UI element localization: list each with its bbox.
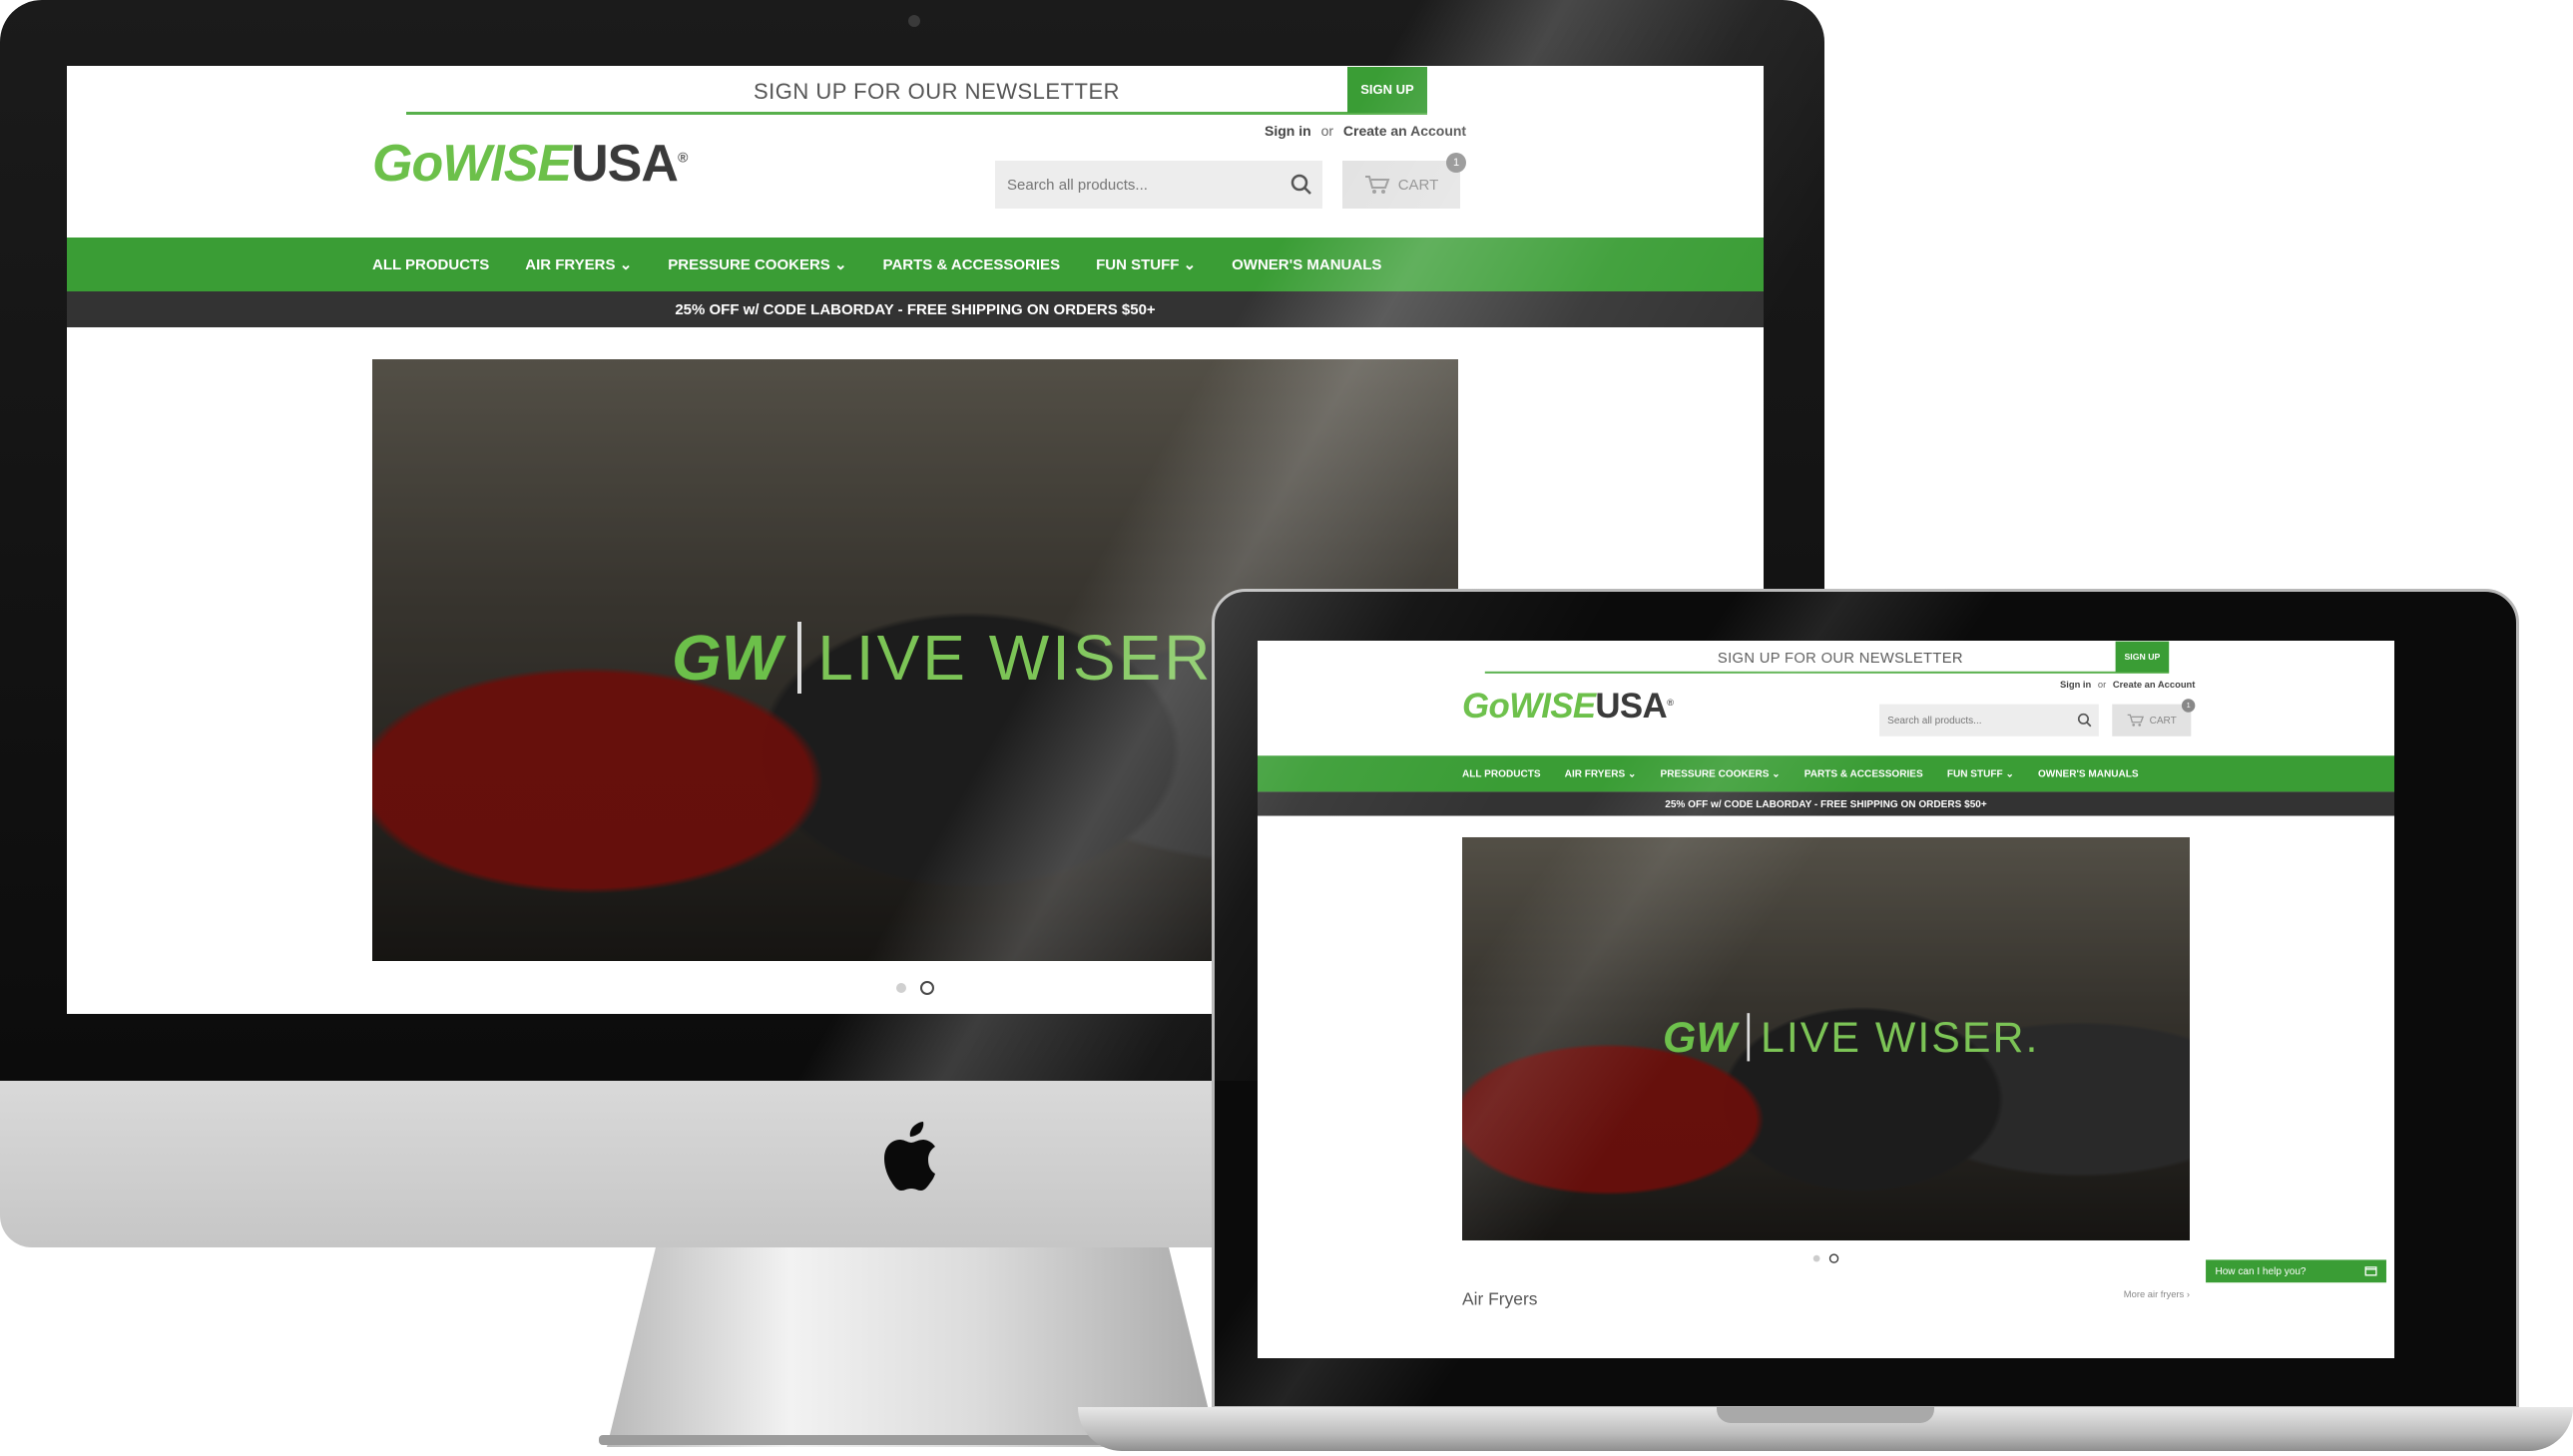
nav-pressure-cookers[interactable]: PRESSURE COOKERS ⌄ [668, 255, 846, 273]
main-nav: ALL PRODUCTS AIR FRYERS ⌄ PRESSURE COOKE… [67, 238, 1764, 291]
site-header: SIGN UP FOR OUR NEWSLETTER SIGN UP Sign … [67, 66, 1764, 238]
more-air-fryers-link[interactable]: More air fryers › [2124, 1288, 2190, 1309]
newsletter-input[interactable]: SIGN UP FOR OUR NEWSLETTER [406, 79, 1347, 105]
hero-divider-laptop [1747, 1013, 1751, 1062]
newsletter-bar-laptop: SIGN UP FOR OUR NEWSLETTER SIGN UP [1484, 641, 2170, 674]
cart-count-badge-laptop: 1 [2181, 699, 2196, 713]
carousel-dot-1-laptop[interactable] [1812, 1254, 1820, 1262]
nav-fun-stuff[interactable]: FUN STUFF ⌄ [1096, 255, 1196, 273]
hero-text-laptop: LIVE WISER. [1760, 1013, 2040, 1062]
signup-button[interactable]: SIGN UP [1347, 66, 1427, 113]
create-account-link-laptop[interactable]: Create an Account [2113, 679, 2196, 690]
search-icon[interactable] [1290, 174, 1312, 196]
cart-button[interactable]: CART 1 [1342, 153, 1466, 209]
newsletter-bar: SIGN UP FOR OUR NEWSLETTER SIGN UP [406, 66, 1427, 115]
or-text: or [1320, 123, 1334, 139]
logo-go-laptop: Go [1462, 687, 1510, 727]
chat-label: How can I help you? [2215, 1265, 2307, 1277]
chat-window-icon [2364, 1266, 2377, 1276]
main-nav-laptop: ALL PRODUCTS AIR FRYERS ⌄ PRESSURE COOKE… [1258, 755, 2394, 792]
nav-pressure-cookers-laptop[interactable]: PRESSURE COOKERS ⌄ [1661, 767, 1781, 779]
carousel-dot-1[interactable] [896, 983, 906, 993]
section-title: Air Fryers [1462, 1288, 1538, 1309]
nav-owners-manuals[interactable]: OWNER'S MANUALS [1232, 256, 1381, 273]
air-fryers-section-header: Air Fryers More air fryers › [1462, 1288, 2190, 1309]
logo-wise: WISE [442, 135, 572, 193]
cart-count-badge: 1 [1446, 153, 1466, 173]
nav-fun-stuff-laptop[interactable]: FUN STUFF ⌄ [1947, 767, 2014, 779]
imac-camera [908, 15, 920, 27]
nav-parts-accessories-laptop[interactable]: PARTS & ACCESSORIES [1804, 768, 1923, 779]
gowise-logo-laptop[interactable]: GoWISEUSA® [1462, 687, 1674, 727]
signup-button-laptop[interactable]: SIGN UP [2115, 641, 2170, 673]
search-icon[interactable] [2077, 713, 2092, 728]
or-text-laptop: or [2097, 679, 2107, 690]
chat-widget[interactable]: How can I help you? [2206, 1259, 2386, 1283]
promo-banner: 25% OFF w/ CODE LABORDAY - FREE SHIPPING… [67, 291, 1764, 327]
hero-tagline-laptop: GW LIVE WISER. [1663, 1013, 2039, 1063]
laptop-base [1078, 1407, 2573, 1451]
cart-button-laptop[interactable]: CART 1 [2112, 699, 2196, 736]
search-box [995, 161, 1322, 209]
hero-divider [797, 622, 802, 694]
logo-usa-laptop: USA [1595, 687, 1667, 727]
hero-slide-laptop[interactable]: GW LIVE WISER. [1462, 836, 2190, 1240]
cart-icon [2127, 714, 2144, 727]
search-input-laptop[interactable] [1885, 714, 2078, 728]
apple-logo-icon [884, 1122, 935, 1191]
logo-reg: ® [677, 149, 688, 166]
logo-reg-laptop: ® [1666, 697, 1674, 708]
cart-label-laptop: CART [2149, 715, 2177, 727]
cart-icon [1364, 176, 1390, 194]
account-links: Sign in or Create an Account [1265, 123, 1466, 139]
hero-gw-mark-laptop: GW [1663, 1013, 1737, 1062]
gowise-logo[interactable]: GoWISEUSA® [372, 134, 688, 194]
laptop-notch [1717, 1407, 1934, 1423]
account-links-laptop: Sign in or Create an Account [2060, 679, 2195, 690]
search-box-laptop [1879, 704, 2099, 736]
sign-in-link[interactable]: Sign in [1265, 123, 1311, 139]
site-header-laptop: SIGN UP FOR OUR NEWSLETTER SIGN UP Sign … [1258, 641, 2394, 755]
laptop-device: SIGN UP FOR OUR NEWSLETTER SIGN UP Sign … [1078, 589, 2573, 1456]
sign-in-link-laptop[interactable]: Sign in [2060, 679, 2091, 690]
nav-all-products-laptop[interactable]: ALL PRODUCTS [1462, 768, 1541, 779]
nav-air-fryers-laptop[interactable]: AIR FRYERS ⌄ [1565, 767, 1637, 779]
website-laptop: SIGN UP FOR OUR NEWSLETTER SIGN UP Sign … [1258, 641, 2394, 1309]
create-account-link[interactable]: Create an Account [1343, 123, 1466, 139]
nav-owners-manuals-laptop[interactable]: OWNER'S MANUALS [2038, 768, 2139, 779]
carousel-dot-2[interactable] [920, 981, 934, 995]
logo-go: Go [372, 135, 443, 193]
logo-wise-laptop: WISE [1509, 687, 1596, 727]
nav-all-products[interactable]: ALL PRODUCTS [372, 256, 489, 273]
nav-air-fryers[interactable]: AIR FRYERS ⌄ [525, 255, 632, 273]
laptop-screen: SIGN UP FOR OUR NEWSLETTER SIGN UP Sign … [1258, 641, 2394, 1358]
logo-usa: USA [571, 135, 679, 193]
carousel-dot-2-laptop[interactable] [1828, 1253, 1839, 1263]
nav-parts-accessories[interactable]: PARTS & ACCESSORIES [883, 256, 1061, 273]
carousel-dots-laptop [1258, 1253, 2190, 1263]
hero-gw-mark: GW [672, 622, 782, 694]
promo-banner-laptop: 25% OFF w/ CODE LABORDAY - FREE SHIPPING… [1258, 791, 2394, 816]
cart-label: CART [1397, 176, 1439, 194]
search-input[interactable] [1005, 175, 1290, 195]
newsletter-input-laptop[interactable]: SIGN UP FOR OUR NEWSLETTER [1485, 649, 2116, 666]
